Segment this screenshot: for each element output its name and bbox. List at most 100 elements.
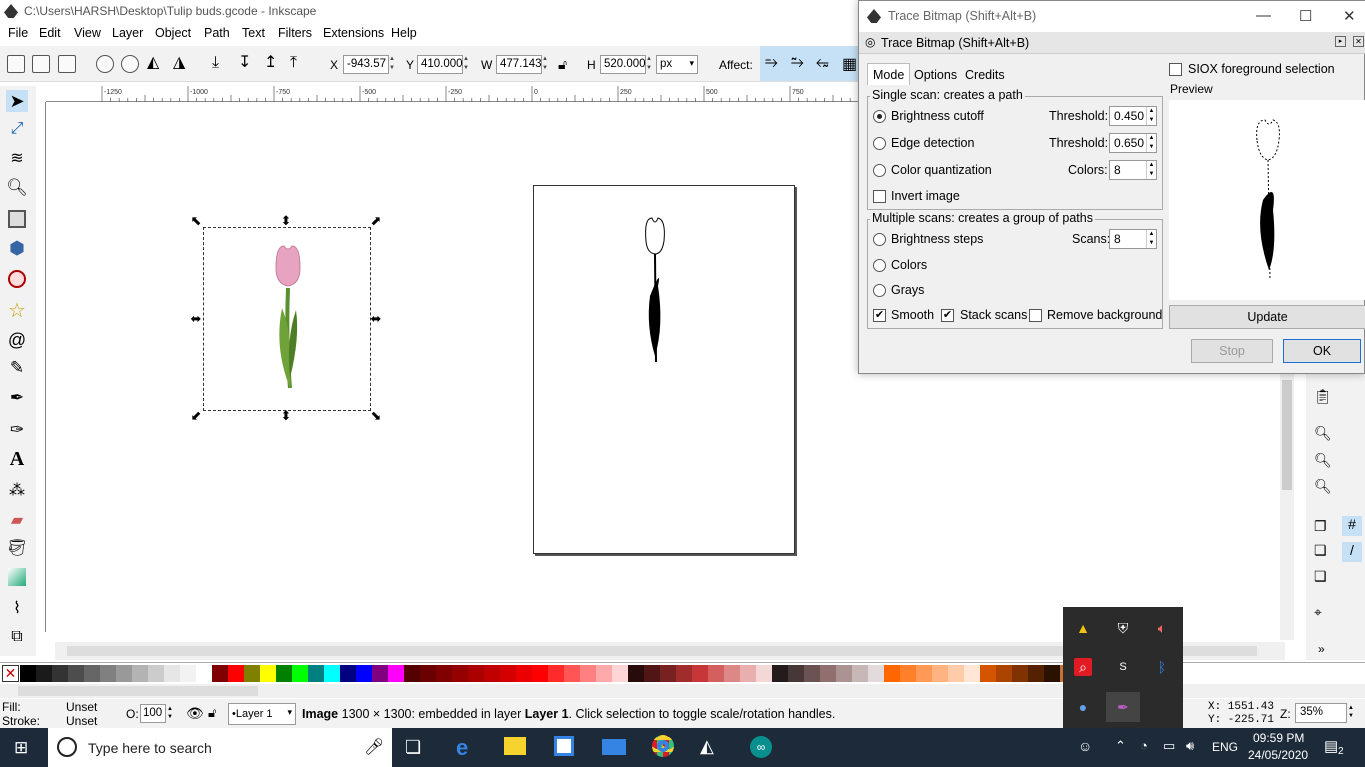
palette-swatch[interactable] xyxy=(772,665,789,682)
invert-image-checkbox[interactable] xyxy=(873,190,886,203)
inkscape-taskbar-icon[interactable]: ◭ xyxy=(700,736,714,757)
no-paint-swatch[interactable]: ✕ xyxy=(2,665,19,682)
menu-view[interactable]: View xyxy=(74,26,101,40)
w-spin-arrows[interactable]: ▲ ▼ xyxy=(542,55,551,74)
palette-swatch[interactable] xyxy=(68,665,85,682)
menu-path[interactable]: Path xyxy=(204,26,230,40)
pen-tool-icon[interactable]: ✒ xyxy=(6,388,28,410)
unit-select[interactable]: px ▾ xyxy=(656,55,698,74)
stop-button[interactable]: Stop xyxy=(1191,339,1273,363)
palette-swatch[interactable] xyxy=(52,665,69,682)
palette-swatch[interactable] xyxy=(148,665,165,682)
edge-threshold-input[interactable]: 0.650 ▲ ▼ xyxy=(1109,133,1157,153)
3d-box-tool-icon[interactable]: ⬢ xyxy=(6,238,28,260)
scale-handle-e[interactable]: ⬌ xyxy=(369,312,383,326)
palette-swatch[interactable] xyxy=(276,665,293,682)
palette-swatch[interactable] xyxy=(228,665,245,682)
palette-swatch[interactable] xyxy=(180,665,197,682)
palette-swatch[interactable] xyxy=(20,665,37,682)
palette-swatch[interactable] xyxy=(676,665,693,682)
language-indicator[interactable]: ENG xyxy=(1212,740,1238,754)
zoom-tool-icon[interactable]: 🔍︎ xyxy=(6,178,28,200)
palette-swatch[interactable] xyxy=(36,665,53,682)
palette-swatch[interactable] xyxy=(628,665,645,682)
layer-select[interactable]: •Layer 1 ▾ xyxy=(228,703,296,725)
palette-swatch[interactable] xyxy=(564,665,581,682)
chrome-icon[interactable] xyxy=(652,735,674,757)
spiral-tool-icon[interactable]: @ xyxy=(6,330,28,352)
edge-detection-radio[interactable] xyxy=(873,137,886,150)
zoom-page-icon[interactable]: 🔍︎ xyxy=(1314,478,1332,495)
taskbar-search-box[interactable]: Type here to search 🎤︎ xyxy=(48,728,392,767)
gradient-tool-icon[interactable] xyxy=(8,568,26,586)
h-input[interactable]: 520.000 xyxy=(600,55,646,74)
bluetooth-icon[interactable]: ᛒ xyxy=(1153,658,1171,676)
pencil-tool-icon[interactable]: ✎ xyxy=(6,358,28,380)
tab-credits[interactable]: Credits xyxy=(959,63,1011,85)
palette-swatch[interactable] xyxy=(932,665,949,682)
palette-swatch[interactable] xyxy=(292,665,309,682)
y-spin-arrows[interactable]: ▲ ▼ xyxy=(463,55,472,74)
palette-swatch[interactable] xyxy=(996,665,1013,682)
palette-swatch[interactable] xyxy=(820,665,837,682)
brightness-cutoff-radio[interactable] xyxy=(873,110,886,123)
brightness-steps-radio[interactable] xyxy=(873,233,886,246)
minimize-icon[interactable]: — xyxy=(1256,7,1271,24)
grid-toggle-icon[interactable]: # xyxy=(1342,516,1362,536)
text-tool-icon[interactable]: A xyxy=(6,448,28,470)
grays-radio[interactable] xyxy=(873,284,886,297)
palette-swatch[interactable] xyxy=(804,665,821,682)
palette-swatch[interactable] xyxy=(356,665,373,682)
stroke-value[interactable]: Unset xyxy=(66,714,97,728)
clock-time[interactable]: 09:59 PM xyxy=(1253,731,1304,745)
ellipse-tool-icon[interactable] xyxy=(8,270,26,288)
action-center-icon[interactable]: ▤ xyxy=(1324,737,1338,755)
palette-swatch[interactable] xyxy=(388,665,405,682)
selected-bitmap[interactable] xyxy=(203,227,371,411)
fill-value[interactable]: Unset xyxy=(66,700,97,714)
smooth-checkbox[interactable]: ✔ xyxy=(873,309,886,322)
more-icon[interactable]: » xyxy=(1318,642,1325,656)
shield-icon[interactable]: ⛨ xyxy=(1114,619,1132,637)
palette-swatch[interactable] xyxy=(452,665,469,682)
palette-swatch[interactable] xyxy=(196,665,213,682)
rotate-cw-icon[interactable] xyxy=(121,55,139,73)
clock-date[interactable]: 24/05/2020 xyxy=(1248,748,1308,762)
palette-swatch[interactable] xyxy=(596,665,613,682)
lock-layer-icon[interactable]: 🔓︎ xyxy=(208,705,216,721)
menu-help[interactable]: Help xyxy=(391,26,417,40)
palette-swatch[interactable] xyxy=(740,665,757,682)
scale-handle-nw[interactable]: ⬉ xyxy=(189,214,203,228)
search-app-icon[interactable]: ⌕ xyxy=(1074,658,1092,676)
group-icon[interactable]: ❏ xyxy=(1314,542,1327,559)
battery-icon[interactable]: ▭ xyxy=(1163,738,1175,754)
star-tool-icon[interactable]: ☆ xyxy=(6,298,28,322)
palette-swatch[interactable] xyxy=(372,665,389,682)
palette-swatch[interactable] xyxy=(260,665,277,682)
palette-swatch[interactable] xyxy=(116,665,133,682)
spin-arrows[interactable]: ▲ ▼ xyxy=(1146,107,1156,125)
zoom-drawing-icon[interactable]: 🔍︎ xyxy=(1314,452,1332,469)
move-patterns-icon[interactable]: ▦ xyxy=(842,54,857,74)
select-all-layers-icon[interactable] xyxy=(32,55,50,73)
microphone-icon[interactable]: 🎤︎ xyxy=(364,737,384,757)
colors-radio[interactable] xyxy=(873,259,886,272)
palette-swatch[interactable] xyxy=(548,665,565,682)
spin-arrows[interactable]: ▲ ▼ xyxy=(1146,134,1156,152)
palette-scroll-thumb[interactable] xyxy=(18,686,258,696)
palette-swatch[interactable] xyxy=(580,665,597,682)
calligraphy-tool-icon[interactable]: ✑ xyxy=(6,420,28,442)
stack-scans-checkbox[interactable]: ✔ xyxy=(941,309,954,322)
windows-start-icon[interactable]: ⊞ xyxy=(14,739,32,757)
flip-vertical-icon[interactable]: ◮ xyxy=(173,55,191,73)
palette-swatch[interactable] xyxy=(612,665,629,682)
menu-edit[interactable]: Edit xyxy=(39,26,61,40)
network-icon[interactable]: ◔ xyxy=(1140,738,1148,753)
palette-swatch[interactable] xyxy=(788,665,805,682)
palette-swatch[interactable] xyxy=(500,665,517,682)
x-spin-arrows[interactable]: ▲ ▼ xyxy=(389,55,398,74)
duplicate-icon[interactable]: ❐ xyxy=(1314,518,1327,535)
palette-swatch[interactable] xyxy=(1044,665,1061,682)
inkscape-tray-icon[interactable]: ✒ xyxy=(1106,692,1140,722)
edge-browser-icon[interactable]: e xyxy=(456,735,468,761)
